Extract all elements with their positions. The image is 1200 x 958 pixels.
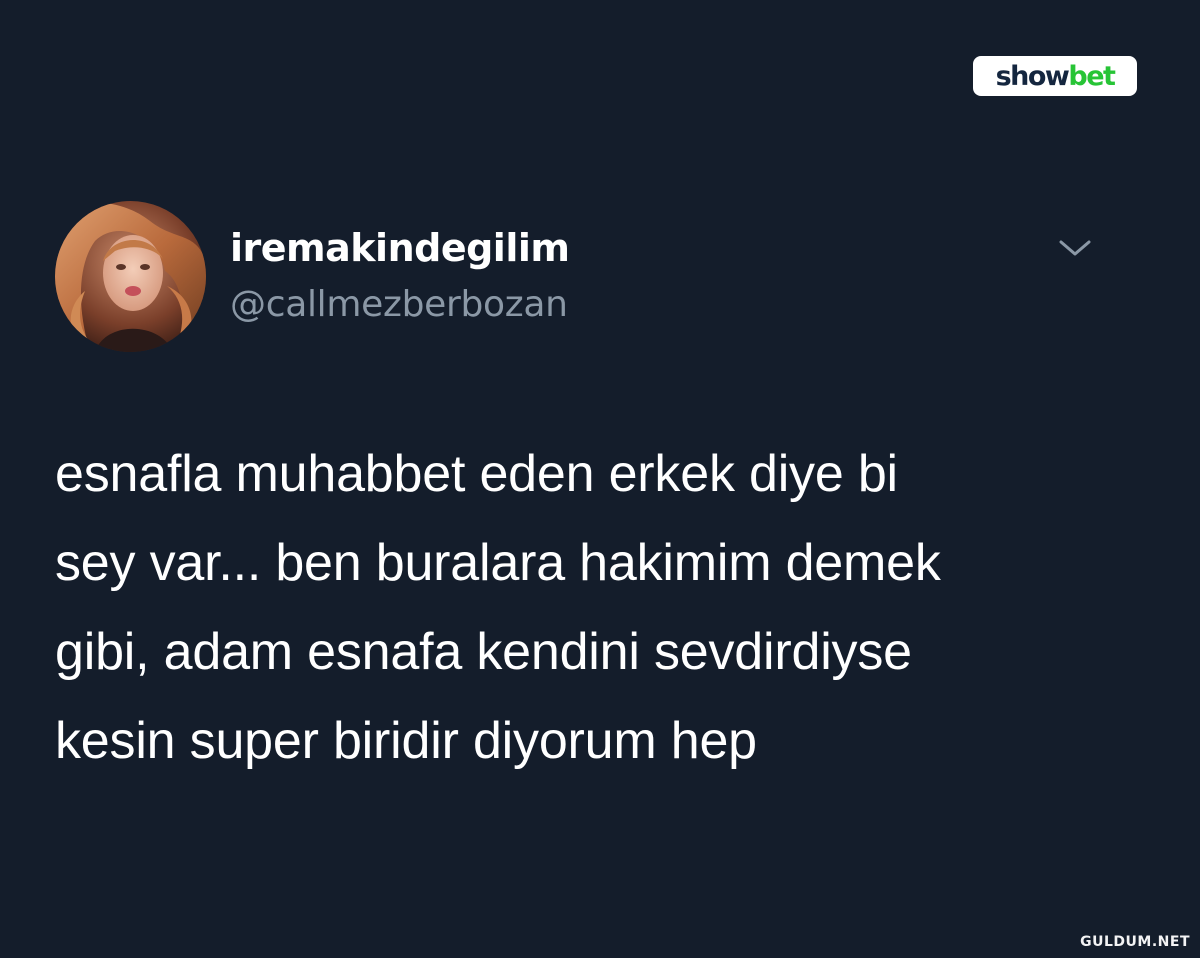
tweet-text: esnafla muhabbet eden erkek diye bi sey … — [55, 430, 1155, 786]
logo-text-bet: bet — [1068, 60, 1116, 92]
user-handle[interactable]: @callmezberbozan — [230, 283, 568, 327]
display-name[interactable]: iremakindegilim — [230, 226, 570, 270]
showbet-logo: show bet — [973, 56, 1137, 96]
logo-text-show: show — [995, 60, 1070, 92]
avatar[interactable] — [55, 201, 206, 352]
chevron-down-icon[interactable] — [1055, 232, 1095, 264]
tweet-text-line: esnafla muhabbet eden erkek diye bi — [55, 445, 898, 503]
tweet-text-line: kesin super biridir diyorum hep — [55, 712, 757, 770]
avatar-photo — [55, 201, 206, 352]
watermark: GULDUM.NET — [1080, 934, 1190, 950]
tweet-text-line: gibi, adam esnafa kendini sevdirdiyse — [55, 623, 912, 681]
tweet-text-line: sey var... ben buralara hakimim demek — [55, 534, 941, 592]
